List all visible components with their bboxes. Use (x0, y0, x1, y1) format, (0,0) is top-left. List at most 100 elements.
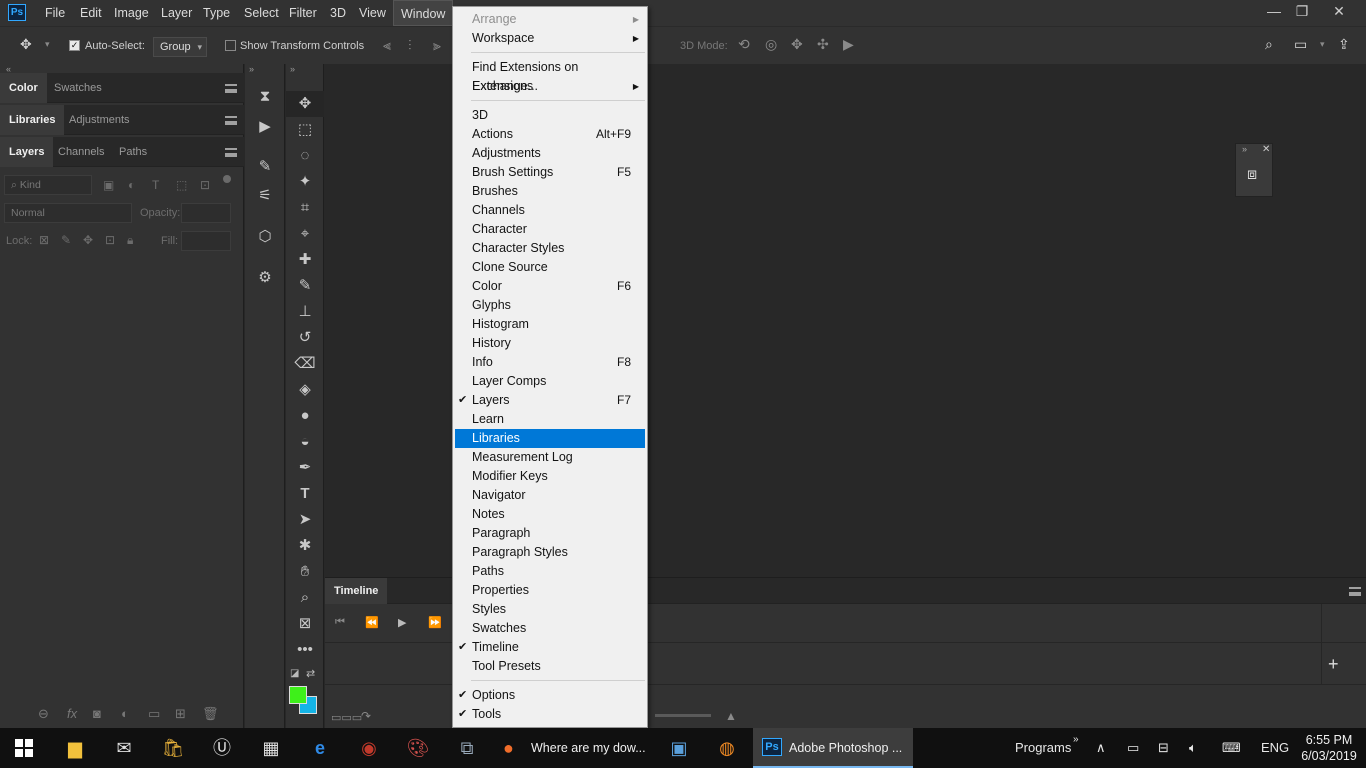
3d-rotate-icon[interactable]: ⟲ (738, 36, 750, 53)
menu-item-3d[interactable]: 3D (455, 106, 645, 125)
show-transform-checkbox[interactable] (225, 40, 236, 51)
menu-file[interactable]: File (38, 0, 72, 26)
menu-item-history[interactable]: History (455, 334, 645, 353)
clone-stamp-tool-icon[interactable]: ⊥ (286, 299, 324, 325)
menu-item-info[interactable]: Info F8 (455, 353, 645, 372)
app-icon[interactable]: ◉ (345, 728, 393, 768)
tab-adjustments[interactable]: Adjustments (60, 105, 139, 135)
tab-swatches[interactable]: Swatches (45, 73, 111, 103)
menu-item-extensions[interactable]: Extensions ▶ (455, 77, 645, 96)
menu-item-character[interactable]: Character (455, 220, 645, 239)
menu-item-layer-comps[interactable]: Layer Comps (455, 372, 645, 391)
expand-tools-icon[interactable]: » (290, 64, 295, 74)
lock-pixels-icon[interactable]: ✎ (61, 233, 71, 247)
new-group-icon[interactable]: ▭ (148, 706, 160, 722)
tab-timeline[interactable]: Timeline (325, 578, 388, 604)
menu-layer[interactable]: Layer (154, 0, 199, 26)
zoom-slider[interactable] (655, 714, 711, 717)
frame-tool-icon[interactable]: ⊠ (286, 611, 324, 637)
blend-mode-dropdown[interactable]: Normal (4, 203, 132, 223)
paint-bucket-tool-icon[interactable]: ◈ (286, 377, 324, 403)
new-layer-icon[interactable]: ⊞ (175, 706, 186, 722)
blender-icon[interactable]: ◍ (703, 728, 751, 768)
share-icon[interactable]: ⇪ (1338, 36, 1350, 53)
start-button[interactable] (0, 728, 48, 768)
menu-item-histogram[interactable]: Histogram (455, 315, 645, 334)
panel-menu-icon[interactable] (225, 148, 237, 157)
lock-position-icon[interactable]: ✥ (83, 233, 93, 247)
filter-type-icon[interactable]: T (152, 178, 159, 192)
pen-tool-icon[interactable]: ✒ (286, 455, 324, 481)
hand-tool-icon[interactable]: ✋︎ (286, 559, 324, 585)
3d-pan-icon[interactable]: ✥ (791, 36, 803, 53)
crop-tool-icon[interactable]: ⌗ (286, 195, 324, 221)
calendar-icon[interactable]: ▦ (247, 728, 295, 768)
history-brush-tool-icon[interactable]: ↺ (286, 325, 324, 351)
type-tool-icon[interactable]: T (286, 481, 324, 507)
brush-settings-panel-icon[interactable]: ⚟ (245, 186, 285, 204)
next-frame-icon[interactable]: ⏩ (428, 616, 442, 629)
lock-artboard-icon[interactable]: ⊡ (105, 233, 115, 247)
menu-item-layers[interactable]: ✔ Layers F7 (455, 391, 645, 410)
language-indicator[interactable]: ENG (1261, 728, 1289, 768)
battery-icon[interactable]: ▭ (1127, 728, 1139, 768)
blur-tool-icon[interactable]: ● (286, 403, 324, 429)
menu-item-styles[interactable]: Styles (455, 600, 645, 619)
previous-frame-icon[interactable]: ⏪ (365, 616, 379, 629)
play-icon[interactable]: ▶ (398, 616, 406, 629)
close-button[interactable]: ✕ (1321, 0, 1357, 24)
panel-menu-icon[interactable] (1349, 587, 1361, 596)
tab-channels[interactable]: Channels (49, 137, 113, 167)
menu-item-navigator[interactable]: Navigator (455, 486, 645, 505)
menu-item-swatches[interactable]: Swatches (455, 619, 645, 638)
menu-item-brushes[interactable]: Brushes (455, 182, 645, 201)
panel-menu-icon[interactable] (225, 84, 237, 93)
menu-window[interactable]: Window (393, 0, 454, 26)
panel-menu-icon[interactable] (225, 116, 237, 125)
layer-kind-filter[interactable]: ⌕ Kind (4, 175, 92, 195)
menu-item-measurement-log[interactable]: Measurement Log (455, 448, 645, 467)
menu-item-find-extensions-on-exchange[interactable]: Find Extensions on Exchange... (455, 58, 645, 93)
zoom-in-timeline-icon[interactable]: ▲ (725, 709, 737, 723)
network-icon[interactable]: ⊟ (1158, 728, 1169, 768)
close-icon[interactable]: ✕ (1262, 144, 1270, 155)
auto-select-checkbox[interactable]: ✓ (69, 40, 80, 51)
brush-tool-icon[interactable]: ✎ (286, 273, 324, 299)
taskbar-firefox[interactable]: ● Where are my dow... (493, 728, 653, 768)
search-icon[interactable]: ⌕ (1265, 36, 1273, 53)
menu-item-character-styles[interactable]: Character Styles (455, 239, 645, 258)
magic-wand-tool-icon[interactable]: ✦ (286, 169, 324, 195)
brushes-panel-icon[interactable]: ✎ (245, 157, 285, 175)
menu-item-actions[interactable]: Actions Alt+F9 (455, 125, 645, 144)
zoom-tool-icon[interactable]: ⌕ (286, 585, 324, 611)
unreal-engine-icon[interactable]: Ⓤ (198, 728, 246, 768)
convert-timeline-icon[interactable]: ↷ (361, 709, 371, 723)
store-icon[interactable]: 🛍︎ (149, 728, 197, 768)
menu-item-options[interactable]: ✔ Options (455, 686, 645, 705)
menu-3d[interactable]: 3D (323, 0, 353, 26)
chevron-right-icon[interactable]: » (1073, 720, 1079, 760)
file-explorer-icon[interactable]: ▆ (51, 728, 99, 768)
filter-pixel-icon[interactable]: ▣ (103, 178, 114, 192)
frame-animation-icon[interactable]: ▭▭▭ (331, 711, 362, 724)
expand-panel-icon[interactable]: » (1242, 144, 1247, 154)
taskbar-photoshop[interactable]: Ps Adobe Photoshop ... (753, 728, 913, 768)
menu-item-glyphs[interactable]: Glyphs (455, 296, 645, 315)
menu-item-learn[interactable]: Learn (455, 410, 645, 429)
default-colors-icon[interactable]: ◪ (290, 668, 299, 679)
align-right-icon[interactable]: ⫸ (433, 37, 441, 54)
add-media-icon[interactable]: + (1328, 654, 1339, 675)
filter-smart-object-icon[interactable]: ⊡ (200, 178, 210, 192)
menu-item-paragraph-styles[interactable]: Paragraph Styles (455, 543, 645, 562)
menu-item-color[interactable]: Color F6 (455, 277, 645, 296)
tab-paths[interactable]: Paths (110, 137, 156, 167)
menu-item-workspace[interactable]: Workspace ▶ (455, 29, 645, 48)
move-tool-icon[interactable]: ✥ (20, 36, 32, 53)
actions-panel-icon[interactable]: ▶ (245, 117, 285, 135)
move-tool-icon[interactable]: ✥ (286, 91, 324, 117)
dodge-tool-icon[interactable]: ◒ (286, 429, 324, 455)
menu-edit[interactable]: Edit (73, 0, 109, 26)
lock-transparent-icon[interactable]: ⊠ (39, 233, 49, 247)
restore-button[interactable]: ❐ (1284, 0, 1320, 24)
tab-libraries[interactable]: Libraries (0, 105, 65, 135)
